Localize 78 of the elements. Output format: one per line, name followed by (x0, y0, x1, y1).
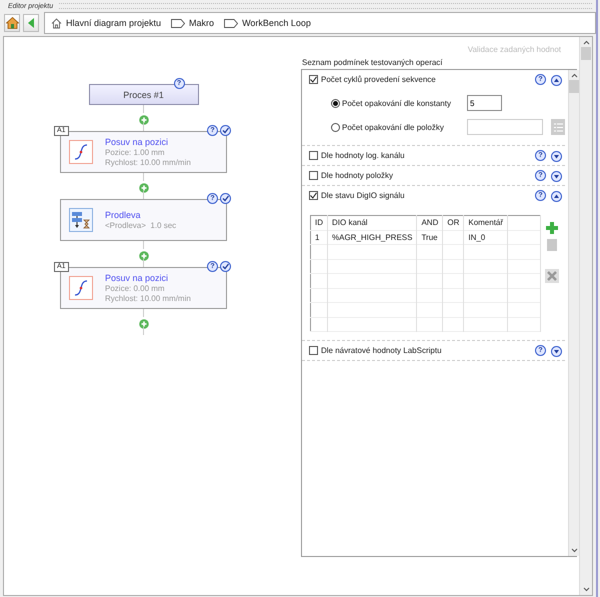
step-detail: Pozice: 1.00 mm (105, 148, 166, 157)
close-icon (545, 269, 559, 283)
check-icon[interactable] (220, 125, 231, 136)
checkbox[interactable] (309, 346, 318, 355)
expand-button[interactable] (551, 345, 562, 356)
back-arrow-icon (28, 18, 34, 28)
table-cell: 1 (310, 230, 328, 244)
expand-button[interactable] (551, 170, 562, 181)
curve-icon (74, 280, 88, 296)
step-title: Prodleva (105, 210, 142, 220)
house-icon (6, 17, 18, 29)
check-icon[interactable] (220, 193, 231, 204)
step-title: Posuv na pozici (105, 273, 170, 283)
check-icon[interactable] (220, 261, 231, 272)
curve-icon (74, 144, 88, 160)
scroll-thumb[interactable] (569, 80, 580, 93)
radio-label: Počet opakování dle konstanty (342, 98, 452, 108)
add-row-button[interactable] (545, 221, 559, 235)
column-header: AND (416, 216, 443, 230)
plus-icon (138, 251, 148, 261)
column-header: OR (442, 216, 464, 230)
section-label: Dle hodnoty položky (321, 171, 394, 180)
back-button[interactable] (23, 14, 39, 32)
step-detail: Rychlost: 10.00 mm/min (105, 294, 191, 303)
breadcrumb-link[interactable]: Hlavní diagram projektu (66, 18, 162, 28)
house-icon (51, 18, 62, 28)
step-detail: Rychlost: 10.00 mm/min (105, 158, 191, 167)
table-cell: True (416, 230, 443, 244)
column-header: Komentář (464, 216, 508, 230)
breadcrumb-link[interactable]: Makro (189, 18, 214, 28)
step-detail: Pozice: 0.00 mm (105, 284, 166, 293)
section-label: Dle návratové hodnoty LabScriptu (321, 346, 443, 355)
step-card[interactable]: Prodleva <Prodleva> 1.0 sec (60, 199, 227, 241)
tick-icon (310, 192, 317, 199)
plus-icon (138, 115, 148, 125)
checkbox[interactable] (309, 171, 318, 180)
step-title: Posuv na pozici (105, 137, 170, 147)
checkbox[interactable] (309, 75, 318, 84)
plus-icon (545, 221, 559, 235)
section-label: Počet cyklů provedení sekvence (321, 75, 437, 84)
column-header: ID (310, 216, 328, 230)
radio-button[interactable] (331, 122, 340, 132)
radio-label: Počet opakování dle položky (342, 122, 445, 132)
collapse-button[interactable] (551, 190, 562, 201)
section-label: Dle stavu DigIO signálu (321, 191, 406, 200)
process-node[interactable]: Proces #1 (88, 84, 198, 105)
checkbox[interactable] (309, 191, 318, 200)
value-field[interactable]: 5 (467, 95, 502, 111)
breadcrumb-link[interactable]: WorkBench Loop (242, 18, 311, 28)
table-cell: IN_0 (464, 230, 508, 244)
plus-icon (138, 319, 148, 329)
list-icon (554, 122, 562, 132)
checkbox[interactable] (309, 151, 318, 160)
expand-button[interactable] (551, 150, 562, 161)
table-cell: %AGR_HIGH_PRESS (328, 230, 417, 244)
column-header: DIO kanál (328, 216, 417, 230)
page-icon (545, 238, 559, 252)
node-title: Proces #1 (123, 90, 164, 100)
plus-icon (138, 183, 148, 193)
tag-icon (171, 18, 186, 28)
scroll-thumb[interactable] (581, 47, 591, 60)
step-detail: <Prodleva> 1.0 sec (105, 221, 176, 230)
section-label: Dle hodnoty log. kanálu (321, 151, 406, 160)
scroll-up-icon (582, 40, 590, 45)
home-button[interactable] (4, 14, 20, 32)
value-field[interactable] (467, 119, 543, 135)
scroll-down-icon (582, 587, 590, 592)
scroll-down-icon (571, 548, 578, 553)
radio-button[interactable] (331, 98, 340, 108)
tick-icon (310, 76, 317, 83)
step-card[interactable]: Posuv na pozici Pozice: 1.00 mm Rychlost: 10.00 mm/min (60, 131, 227, 173)
blocks-hourglass-icon (71, 210, 91, 230)
tag-icon (224, 18, 238, 28)
scroll-up-icon (571, 73, 578, 78)
scrollbar[interactable] (568, 70, 580, 556)
list-title: Seznam podmínek testovaných operací (302, 58, 444, 67)
collapse-button[interactable] (551, 74, 562, 85)
step-card[interactable]: Posuv na pozici Pozice: 0.00 mm Rychlost: 10.00 mm/min (60, 267, 227, 309)
